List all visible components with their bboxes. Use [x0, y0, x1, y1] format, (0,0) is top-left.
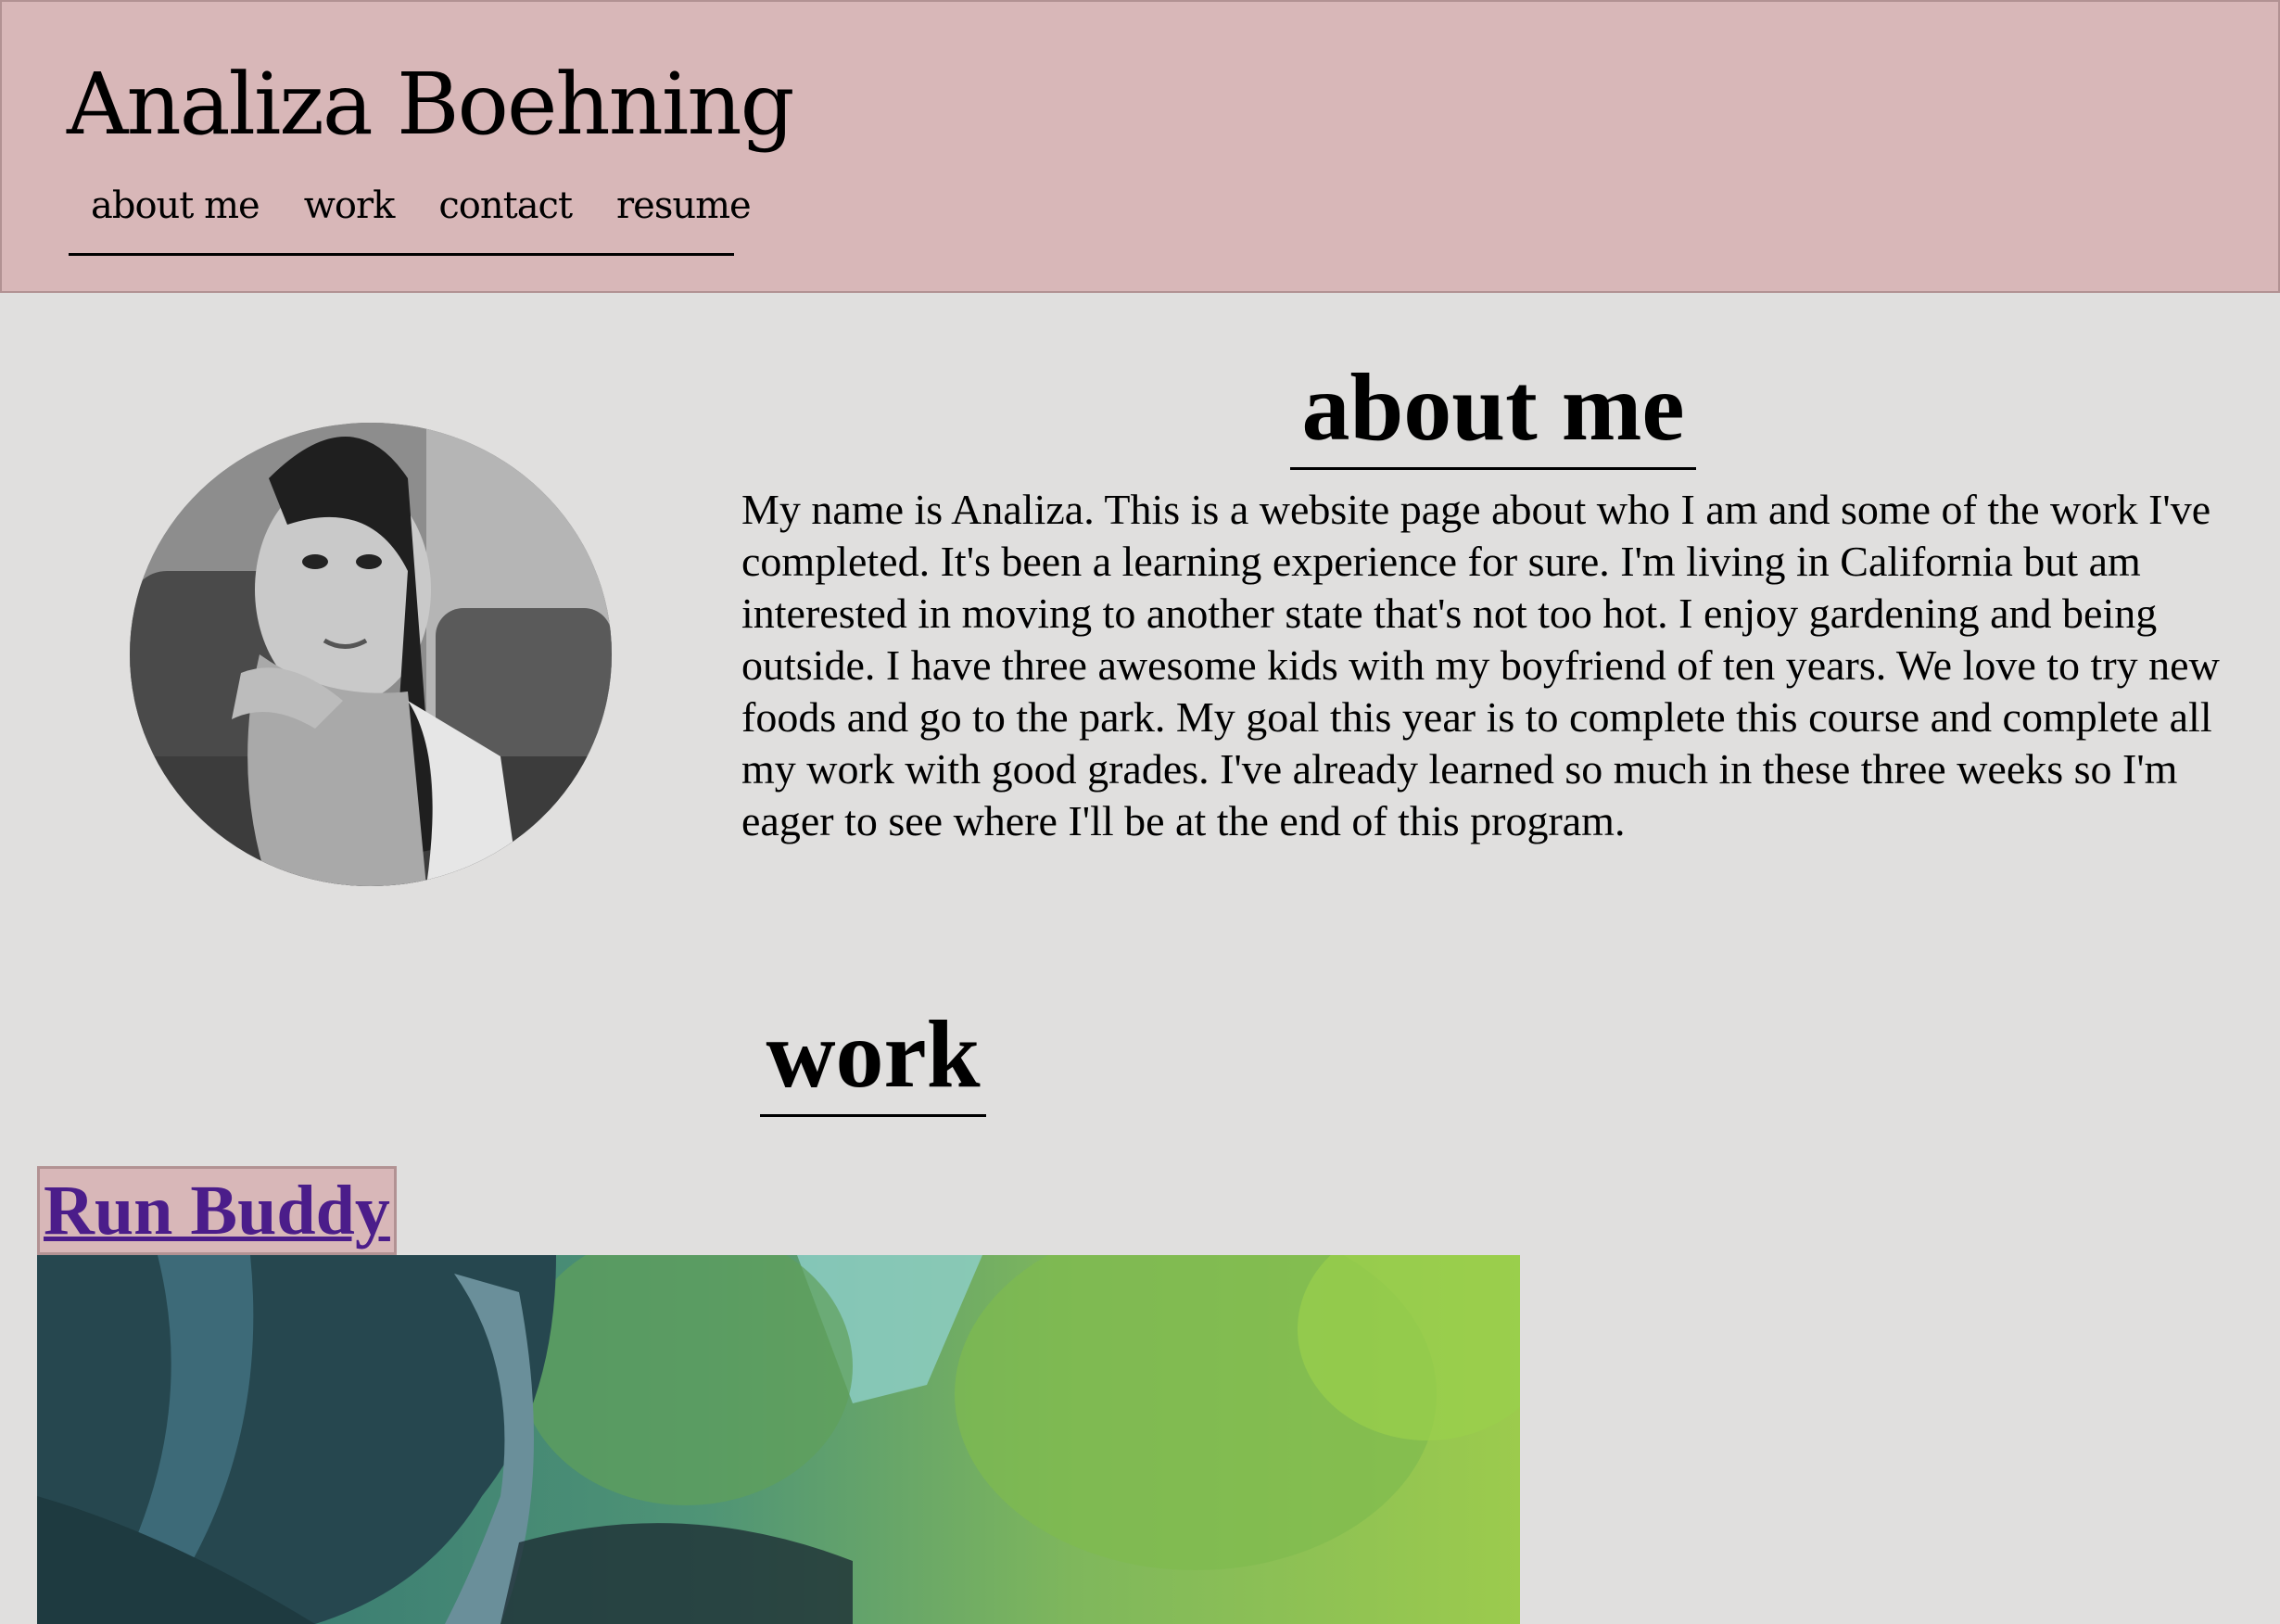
work-heading: work: [760, 999, 986, 1117]
site-header: Analiza Boehning about me work contact r…: [0, 0, 2280, 293]
nav-about-me[interactable]: about me: [91, 176, 260, 235]
main-nav: about me work contact resume: [69, 176, 752, 256]
nav-resume[interactable]: resume: [616, 176, 752, 235]
site-title: Analiza Boehning: [67, 55, 794, 154]
nav-contact[interactable]: contact: [438, 176, 573, 235]
nav-work[interactable]: work: [304, 176, 396, 235]
project-link-run-buddy[interactable]: Run Buddy: [37, 1166, 397, 1255]
about-heading: about me: [1290, 352, 1696, 470]
project-image-run-buddy[interactable]: [37, 1255, 1520, 1624]
about-text: My name is Analiza. This is a website pa…: [741, 486, 2220, 844]
profile-photo: [130, 423, 612, 886]
